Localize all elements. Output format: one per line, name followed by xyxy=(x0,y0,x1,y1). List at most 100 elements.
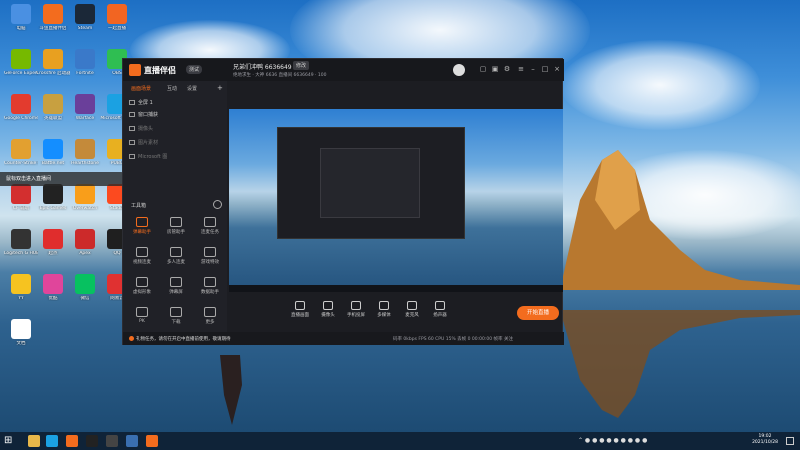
desktop-icon-label: 文档 xyxy=(16,341,26,346)
toolbox-item[interactable]: 视频连麦 xyxy=(125,247,159,265)
close-icon[interactable]: × xyxy=(553,65,561,73)
desktop-icon[interactable]: 微信 xyxy=(68,274,102,301)
toolbox-item[interactable]: 连麦任务 xyxy=(193,217,227,235)
toolbox-item[interactable]: 弹幕屏 xyxy=(159,277,193,295)
desktop-icon[interactable]: 电脑 xyxy=(4,4,38,31)
tab-interact[interactable]: 互动 xyxy=(167,85,177,92)
toolbox-item[interactable]: 弹幕助手 xyxy=(125,217,159,235)
tool-icon xyxy=(204,277,216,287)
desktop-icon[interactable]: 起点 xyxy=(36,229,70,256)
desktop-icon[interactable]: Google Chrome xyxy=(4,94,38,121)
tool-label: 游戏特效 xyxy=(201,260,219,265)
tool-label: PK xyxy=(139,319,145,324)
tool-label: 下载 xyxy=(171,320,181,325)
app-icon[interactable] xyxy=(106,435,118,447)
tray-icons[interactable]: ⌃ ● ● ● ● ● ● ● ● ● xyxy=(578,437,647,444)
toolbox-settings-icon[interactable] xyxy=(213,200,222,209)
desktop-icon[interactable]: Overwatch xyxy=(68,184,102,211)
toolbox-item[interactable]: 数据助手 xyxy=(193,277,227,295)
add-scene-icon[interactable]: + xyxy=(217,84,223,92)
scene-item[interactable]: 全屏 1 xyxy=(129,99,153,106)
message-icon[interactable]: ▢ xyxy=(479,65,487,73)
source-control[interactable]: 扬声器 xyxy=(425,301,455,318)
desktop-icon[interactable]: Hearthstone xyxy=(68,139,102,166)
toolbox-item[interactable]: 游戏特效 xyxy=(193,247,227,265)
control-icon xyxy=(295,301,305,310)
desktop-icon[interactable]: 一起直播 xyxy=(100,4,134,31)
toolbox-item[interactable]: 虚拟形象 xyxy=(125,277,159,295)
scene-item[interactable]: 摄像头 xyxy=(129,125,153,132)
file-explorer-icon[interactable] xyxy=(28,435,40,447)
notification-bubble[interactable]: 鼠标双击进入直播间 xyxy=(0,172,128,186)
edit-title-button[interactable]: 修改 xyxy=(293,61,310,70)
live-assistant-icon[interactable] xyxy=(66,435,78,447)
source-control[interactable]: 手机投屏 xyxy=(341,301,371,318)
desktop-icon[interactable]: Apex xyxy=(68,229,102,256)
desktop-icon[interactable]: 优酷 xyxy=(36,274,70,301)
app-icon[interactable] xyxy=(146,435,158,447)
source-control[interactable]: 麦克风 xyxy=(397,301,427,318)
toolbox-item[interactable]: 下载 xyxy=(159,307,193,325)
scene-item[interactable]: Microsoft 图 xyxy=(129,153,167,160)
desktop-icon-label: 优酷 xyxy=(48,296,58,301)
start-live-button[interactable]: 开始直播 xyxy=(517,306,559,320)
app-logo xyxy=(129,64,141,76)
eye-icon xyxy=(129,100,135,105)
minimize-icon[interactable]: – xyxy=(529,65,537,73)
notification-icon[interactable] xyxy=(786,437,794,445)
tool-label: 房管助手 xyxy=(167,230,185,235)
tool-label: 弹幕助手 xyxy=(133,230,151,235)
source-control[interactable]: 多媒体 xyxy=(369,301,399,318)
edge-icon[interactable] xyxy=(46,435,58,447)
menu-icon[interactable]: ≡ xyxy=(517,65,525,73)
desktop-icon-image xyxy=(75,4,95,24)
gift-icon[interactable]: ▣ xyxy=(491,65,499,73)
toolbox-item[interactable]: 多人连麦 xyxy=(159,247,193,265)
maximize-icon[interactable]: □ xyxy=(541,65,549,73)
desktop-icon[interactable]: Crossfire 启动器 xyxy=(36,49,70,76)
toolbox-item[interactable]: 房管助手 xyxy=(159,217,193,235)
desktop-icon[interactable]: Warface xyxy=(68,94,102,121)
stream-preview[interactable] xyxy=(229,109,563,292)
app-icon[interactable] xyxy=(86,435,98,447)
tool-label: 数据助手 xyxy=(201,290,219,295)
tab-settings[interactable]: 设置 xyxy=(187,85,197,92)
scene-item[interactable]: 窗口捕获 xyxy=(129,111,158,118)
control-label: 扬声器 xyxy=(433,313,447,318)
desktop-icon[interactable]: Battle.net xyxy=(36,139,70,166)
left-panel: 画面场景 互动 设置 + 全屏 1 窗口捕获 摄像头 图片素材 Microsof… xyxy=(123,81,227,336)
scene-item[interactable]: 图片素材 xyxy=(129,139,158,146)
desktop-icon[interactable]: Epic Games xyxy=(36,184,70,211)
desktop-icon-label: 起点 xyxy=(48,251,58,256)
desktop-icon[interactable]: 斗鱼直播伴侣 xyxy=(36,4,70,31)
cliff-reflection xyxy=(560,310,800,418)
settings-icon[interactable]: ⚙ xyxy=(503,65,511,73)
toolbox-item[interactable]: PK xyxy=(125,307,159,324)
status-warning: 礼物任务，请勿在开启中直播前使用，敬请期待 xyxy=(129,336,231,342)
desktop-icon[interactable]: CF 辅助 xyxy=(4,184,38,211)
desktop-icon[interactable]: Logitech G HUB xyxy=(4,229,38,256)
desktop-icon[interactable]: YY xyxy=(4,274,38,301)
app-icon[interactable] xyxy=(126,435,138,447)
desktop-icon-image xyxy=(11,49,31,69)
source-control[interactable]: 直播画面 xyxy=(285,301,315,318)
desktop-icon-image xyxy=(75,49,95,69)
start-icon[interactable]: ⊞ xyxy=(4,435,16,447)
tool-icon xyxy=(136,277,148,287)
desktop-icon[interactable]: GeForce Experience xyxy=(4,49,38,76)
source-control[interactable]: 摄像头 xyxy=(313,301,343,318)
eye-icon xyxy=(129,154,135,159)
desktop-icon-label: 斗鱼直播伴侣 xyxy=(39,26,67,31)
desktop-icon[interactable]: 英雄联盟 xyxy=(36,94,70,121)
desktop-icon[interactable]: 文档 xyxy=(4,319,38,346)
desktop-icon[interactable]: Counter-Strike GO xyxy=(4,139,38,166)
desktop-icon[interactable]: Steam xyxy=(68,4,102,31)
tab-scenes[interactable]: 画面场景 xyxy=(131,85,151,92)
clock[interactable]: 19:02 2021/10/28 xyxy=(752,434,778,446)
avatar[interactable] xyxy=(453,64,465,76)
toolbox-item[interactable]: 更多 xyxy=(193,307,227,325)
control-icon xyxy=(435,301,445,310)
desktop-icon-image xyxy=(75,274,95,294)
desktop-icon[interactable]: Fortnite xyxy=(68,49,102,76)
desktop-icon-image xyxy=(11,184,31,204)
